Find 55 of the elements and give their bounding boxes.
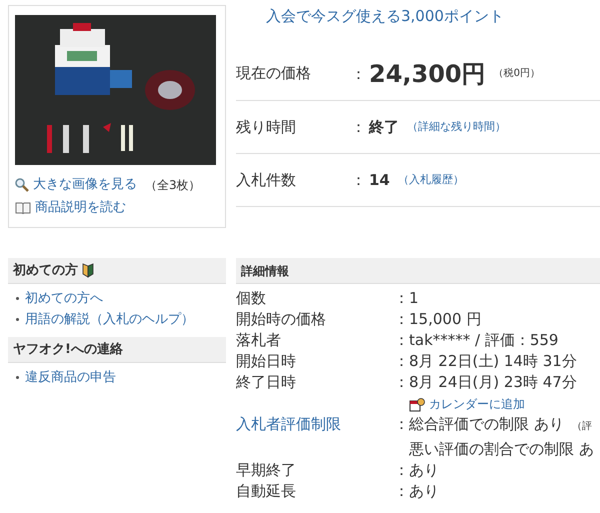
detail-label: 落札者	[236, 331, 281, 349]
detail-label: 終了日時	[236, 373, 296, 391]
sidebar-link[interactable]: 初めての方へ	[25, 289, 103, 308]
bullet-icon	[16, 297, 19, 300]
tax-note: （税0円）	[494, 66, 540, 81]
summary-label: 残り時間	[236, 116, 297, 138]
search-icon	[15, 178, 29, 192]
detail-value: 悪い評価の割合での制限 あ	[409, 439, 594, 460]
colon: ：	[351, 118, 366, 136]
detail-value: 総合評価での制限 あり	[409, 414, 564, 435]
summary-value: 14	[369, 170, 390, 191]
detail-value: 1	[409, 288, 419, 309]
calendar-link[interactable]: カレンダーに追加	[429, 394, 525, 415]
detail-label-link[interactable]: 入札者評価制限	[236, 415, 341, 433]
calendar-icon	[409, 398, 425, 412]
image-link[interactable]: 大きな画像を見る	[33, 175, 137, 194]
summary-label: 現在の価格	[236, 63, 312, 84]
detail-value: 8月 24日(月) 23時 47分	[409, 372, 577, 393]
detail-label: 早期終了	[236, 461, 296, 479]
colon: ：	[394, 482, 409, 500]
bullet-icon	[16, 376, 19, 380]
detail-value: tak***** / 評価：559	[409, 330, 558, 351]
bullet-icon	[16, 318, 19, 321]
image-count: （全3枚）	[145, 176, 201, 194]
colon: ：	[394, 289, 409, 307]
colon: ：	[394, 331, 409, 349]
detail-link[interactable]: （詳細な残り時間）	[407, 118, 506, 136]
section-title: ヤフオク!への連絡	[13, 340, 123, 359]
colon: ：	[394, 461, 409, 479]
section-title: 初めての方	[13, 262, 78, 280]
colon: ：	[351, 171, 366, 189]
image-link[interactable]: 商品説明を読む	[35, 198, 126, 217]
detail-value: あり	[409, 460, 439, 481]
summary-value: 終了	[369, 116, 399, 138]
book-icon	[15, 200, 31, 214]
detail-value: あり	[409, 481, 439, 502]
colon: ：	[394, 352, 409, 370]
section-title: 詳細情報	[241, 262, 289, 280]
detail-label: 開始時の価格	[236, 310, 326, 328]
detail-label: 開始日時	[236, 352, 296, 370]
detail-link[interactable]: （入札履歴）	[398, 172, 464, 188]
colon: ：	[351, 64, 366, 82]
detail-label: 自動延長	[236, 482, 296, 500]
detail-value: 8月 22日(土) 14時 31分	[409, 351, 577, 372]
colon: ：	[394, 415, 409, 433]
colon: ：	[394, 310, 409, 328]
price-value: 24,300円	[369, 58, 486, 90]
detail-value: 15,000 円	[409, 309, 482, 330]
detail-label: 個数	[236, 289, 266, 307]
sidebar-link[interactable]: 用語の解説（入札のヘルプ）	[25, 310, 194, 329]
detail-note: （評	[572, 420, 592, 434]
colon: ：	[394, 373, 409, 391]
promo-link[interactable]: 入会で今スグ使える3,000ポイント	[236, 5, 600, 47]
sidebar-link[interactable]: 違反商品の申告	[25, 368, 116, 388]
summary-label: 入札件数	[236, 170, 297, 191]
